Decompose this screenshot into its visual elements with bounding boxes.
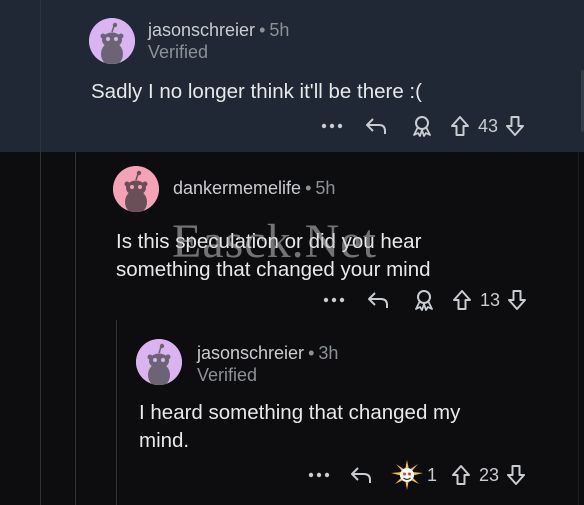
snoo-avatar-icon [113, 166, 159, 212]
reply-icon [368, 292, 388, 308]
award-icon [391, 460, 423, 490]
more-icon [321, 123, 343, 129]
award-button[interactable] [404, 289, 444, 311]
upvote-button[interactable] [448, 289, 476, 311]
vote-count: 13 [480, 289, 501, 310]
username[interactable]: dankermemelife [173, 178, 301, 198]
more-icon [308, 472, 330, 478]
comment-meta: jasonschreier • 5h [148, 19, 289, 41]
verified-flair: Verified [148, 42, 209, 62]
reply-icon [351, 467, 371, 483]
upvote-icon [453, 290, 471, 310]
award-button[interactable] [402, 115, 442, 137]
award-icon [413, 116, 431, 137]
more-button[interactable] [305, 472, 333, 478]
snoo-avatar-icon [89, 18, 135, 64]
comment: dankermemelife • 5h Is this speculation or… [0, 152, 584, 317]
comment-meta: dankermemelife • 5h [173, 177, 335, 199]
timestamp: 5h [315, 178, 336, 198]
avatar[interactable] [136, 339, 182, 385]
vote-count: 43 [478, 115, 499, 136]
comment: jasonschreier • 3h Verified I heard someth… [0, 317, 584, 505]
comment-actions: 1 23 [305, 460, 529, 490]
timestamp: 3h [318, 343, 339, 363]
thread-line [40, 0, 41, 152]
upvote-icon [451, 116, 469, 136]
vote-count: 23 [479, 464, 500, 485]
comment-body: I heard something that changed my mind. [139, 401, 461, 452]
username[interactable]: jasonschreier [197, 343, 304, 363]
timestamp: 5h [269, 20, 290, 40]
separator: • [308, 343, 315, 363]
comment-body: Sadly I no longer think it'll be there :… [91, 80, 422, 103]
award-icon [415, 290, 433, 311]
avatar[interactable] [89, 18, 135, 64]
downvote-icon [507, 465, 526, 485]
downvote-button[interactable] [502, 115, 528, 137]
reply-icon [366, 118, 386, 134]
upvote-button[interactable] [447, 464, 475, 486]
comment: jasonschreier • 5h Verified Sadly I no lon… [0, 0, 584, 152]
comment-body: Is this speculation or did you hear some… [116, 230, 431, 281]
comment-actions: 13 [320, 287, 530, 313]
downvote-icon [508, 290, 527, 310]
downvote-button[interactable] [503, 464, 529, 486]
comment-actions: 43 [318, 113, 528, 139]
more-button[interactable] [318, 123, 346, 129]
separator: • [305, 178, 312, 198]
verified-flair: Verified [197, 365, 258, 385]
downvote-button[interactable] [504, 289, 530, 311]
reply-button[interactable] [356, 291, 400, 309]
award-count: 1 [427, 464, 438, 485]
downvote-icon [506, 116, 525, 136]
more-button[interactable] [320, 297, 348, 303]
reply-button[interactable] [339, 466, 383, 484]
separator: • [259, 20, 266, 40]
upvote-button[interactable] [446, 115, 474, 137]
reply-button[interactable] [354, 117, 398, 135]
comment-meta: jasonschreier • 3h [197, 342, 338, 364]
avatar[interactable] [113, 166, 159, 212]
snoo-avatar-icon [136, 339, 182, 385]
upvote-icon [452, 465, 471, 485]
more-icon [323, 297, 345, 303]
username[interactable]: jasonschreier [148, 20, 255, 40]
award-badge[interactable] [387, 460, 427, 490]
